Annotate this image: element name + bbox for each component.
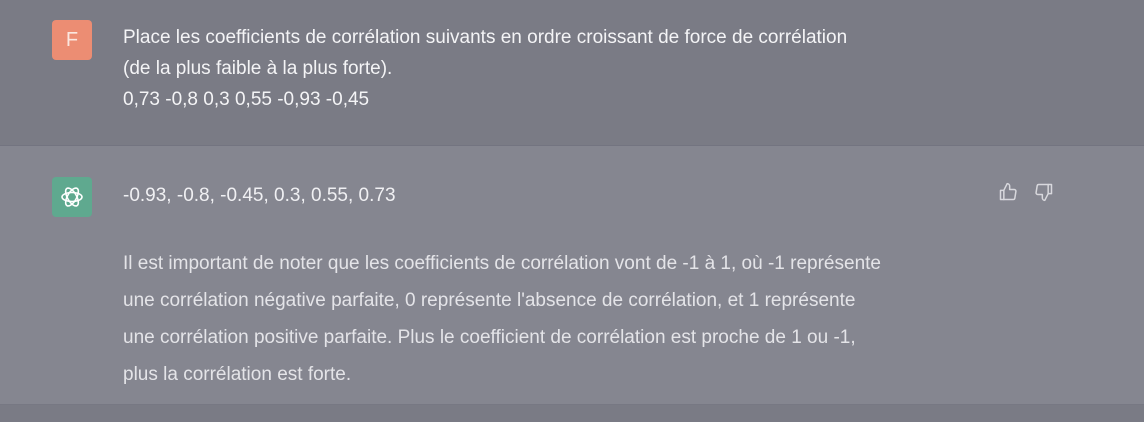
feedback-buttons	[996, 180, 1056, 204]
explanation-line: Il est important de noter que les coeffi…	[123, 253, 881, 274]
assistant-answer: -0.93, -0.8, -0.45, 0.3, 0.55, 0.73	[123, 185, 396, 206]
thumbs-up-icon	[999, 182, 1017, 201]
thumbs-down-icon	[1035, 183, 1053, 202]
explanation-line: une corrélation positive parfaite. Plus …	[123, 327, 856, 348]
openai-logo-icon	[61, 187, 83, 207]
thumbs-up-button[interactable]	[996, 180, 1020, 204]
bottom-divider	[0, 405, 1144, 422]
assistant-avatar	[52, 177, 92, 217]
user-message-text: Place les coefficients de corrélation su…	[123, 22, 983, 115]
explanation-line: plus la corrélation est forte.	[123, 364, 352, 385]
explanation-line: une corrélation négative parfaite, 0 rep…	[123, 290, 856, 311]
user-message-line: 0,73 -0,8 0,3 0,55 -0,93 -0,45	[123, 89, 370, 110]
user-avatar: F	[52, 20, 92, 60]
user-message-row: F Place les coefficients de corrélation …	[0, 0, 1144, 146]
user-avatar-letter: F	[65, 28, 79, 51]
assistant-explanation: Il est important de noter que les coeffi…	[123, 245, 1003, 393]
user-message-line: (de la plus faible à la plus forte).	[123, 58, 393, 79]
chat-thread: F Place les coefficients de corrélation …	[0, 0, 1144, 422]
user-message-line: Place les coefficients de corrélation su…	[123, 27, 848, 48]
thumbs-down-button[interactable]	[1032, 180, 1056, 204]
